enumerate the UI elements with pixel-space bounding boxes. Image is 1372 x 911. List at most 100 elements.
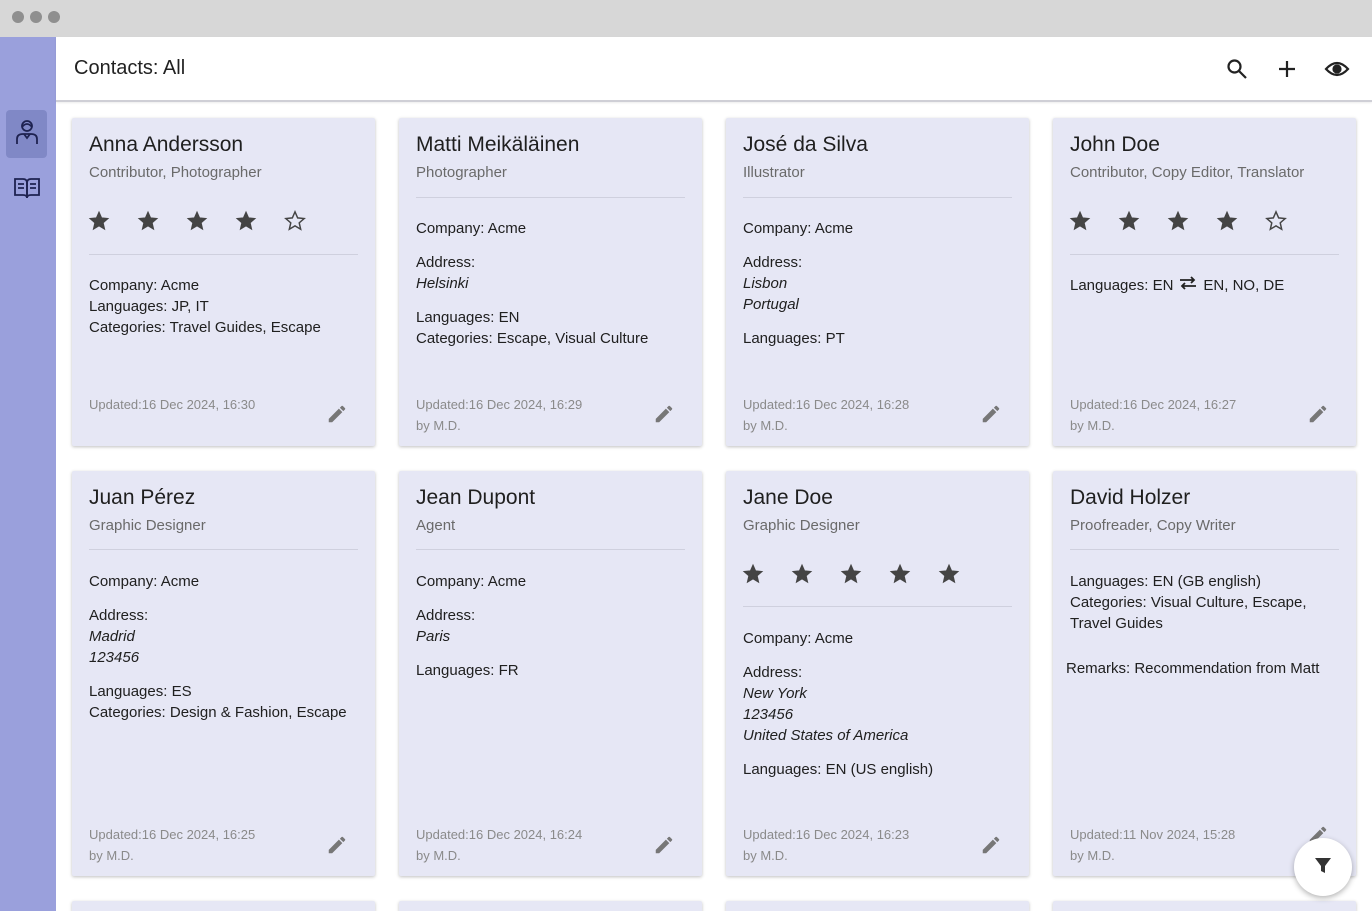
window-zoom-dot[interactable] [48, 11, 60, 23]
eye-icon[interactable] [1323, 55, 1351, 83]
star-filled-icon[interactable] [838, 561, 864, 587]
contact-roles: Graphic Designer [89, 517, 206, 534]
contact-name[interactable]: Matti Meikäläinen [416, 133, 579, 157]
address-line: Paris [416, 628, 451, 645]
search-icon[interactable] [1223, 55, 1251, 83]
contact-remarks: Remarks: Recommendation from Matt [1066, 658, 1344, 679]
rating-stars[interactable] [86, 208, 308, 234]
remarks-line: Remarks: Recommendation from Matt [1066, 660, 1320, 677]
edit-icon[interactable] [325, 402, 349, 426]
updated-text: Updated:16 Dec 2024, 16:23 [743, 827, 910, 842]
edit-icon[interactable] [979, 833, 1003, 857]
star-filled-icon[interactable] [184, 208, 210, 234]
contact-card-partial[interactable] [1053, 901, 1356, 911]
updated-text: Updated:16 Dec 2024, 16:25 [89, 827, 256, 842]
updated-info: Updated:16 Dec 2024, 16:24 by M.D. [416, 824, 582, 866]
address-line: Lisbon [743, 275, 788, 292]
window-titlebar [0, 0, 1372, 37]
contact-card[interactable]: Matti Meikäläinen Photographer Company: … [399, 118, 702, 446]
contact-roles: Contributor, Photographer [89, 164, 262, 181]
contact-card[interactable]: David Holzer Proofreader, Copy Writer La… [1053, 471, 1356, 876]
star-filled-icon[interactable] [1116, 208, 1142, 234]
languages-line: Languages: EN (GB english) [1070, 573, 1261, 590]
contact-roles: Proofreader, Copy Writer [1070, 517, 1236, 534]
updated-text: Updated:16 Dec 2024, 16:27 [1070, 397, 1237, 412]
star-filled-icon[interactable] [936, 561, 962, 587]
contact-details: Company: Acme Address: Helsinki Language… [416, 218, 690, 349]
categories-line: Categories: Design & Fashion, Escape [89, 704, 347, 721]
updated-text: Updated:16 Dec 2024, 16:29 [416, 397, 583, 412]
contact-details: Company: Acme Address: Paris Languages: … [416, 571, 690, 681]
contact-name[interactable]: David Holzer [1070, 486, 1190, 510]
edit-icon[interactable] [325, 833, 349, 857]
card-divider [1070, 254, 1339, 255]
star-filled-icon[interactable] [233, 208, 259, 234]
star-filled-icon[interactable] [1165, 208, 1191, 234]
rating-stars[interactable] [1067, 208, 1289, 234]
contact-card[interactable]: José da Silva Illustrator Company: Acme … [726, 118, 1029, 446]
contact-card[interactable]: John Doe Contributor, Copy Editor, Trans… [1053, 118, 1356, 446]
card-divider [89, 549, 358, 550]
updated-info: Updated:11 Nov 2024, 15:28 by M.D. [1070, 824, 1235, 866]
contact-name[interactable]: Anna Andersson [89, 133, 243, 157]
star-filled-icon[interactable] [887, 561, 913, 587]
app-toolbar: Contacts: All [56, 37, 1372, 102]
languages-line: Languages: PT [743, 330, 845, 347]
contact-card[interactable]: Anna Andersson Contributor, Photographer… [72, 118, 375, 446]
languages-line: Languages: EN (US english) [743, 761, 934, 778]
star-filled-icon[interactable] [135, 208, 161, 234]
card-divider [89, 254, 358, 255]
company-line: Company: Acme [416, 573, 527, 590]
languages-line: Languages: ES [89, 683, 192, 700]
contact-name[interactable]: John Doe [1070, 133, 1160, 157]
contact-roles: Illustrator [743, 164, 805, 181]
rating-stars[interactable] [740, 561, 962, 587]
edit-icon[interactable] [652, 402, 676, 426]
languages-line: Languages: JP, IT [89, 298, 209, 315]
contact-details: Languages: EN EN, NO, DE [1070, 275, 1344, 296]
address-line: New York [743, 685, 807, 702]
contact-name[interactable]: Juan Pérez [89, 486, 195, 510]
updated-text: Updated:16 Dec 2024, 16:24 [416, 827, 583, 842]
contact-name[interactable]: Jane Doe [743, 486, 833, 510]
plus-icon[interactable] [1273, 55, 1301, 83]
contact-card[interactable]: Jane Doe Graphic Designer Company: Acme … [726, 471, 1029, 876]
star-filled-icon[interactable] [1067, 208, 1093, 234]
address-label: Address: [89, 607, 149, 624]
contact-name[interactable]: Jean Dupont [416, 486, 535, 510]
contact-name[interactable]: José da Silva [743, 133, 868, 157]
window-minimize-dot[interactable] [30, 11, 42, 23]
contact-roles: Contributor, Copy Editor, Translator [1070, 164, 1305, 181]
contact-card-partial[interactable] [726, 901, 1029, 911]
edit-icon[interactable] [652, 833, 676, 857]
contact-card[interactable]: Jean Dupont Agent Company: Acme Address:… [399, 471, 702, 876]
contact-card[interactable]: Juan Pérez Graphic Designer Company: Acm… [72, 471, 375, 876]
updated-by: by M.D. [743, 848, 788, 863]
sidebar-item-publications[interactable] [6, 165, 47, 213]
contact-roles: Photographer [416, 164, 507, 181]
edit-icon[interactable] [1306, 402, 1330, 426]
contact-details: Company: Acme Address: New York 123456 U… [743, 628, 1017, 780]
star-filled-icon[interactable] [740, 561, 766, 587]
window-close-dot[interactable] [12, 11, 24, 23]
company-line: Company: Acme [743, 220, 854, 237]
filter-button[interactable] [1294, 838, 1352, 896]
star-filled-icon[interactable] [1214, 208, 1240, 234]
address-line: 123456 [743, 706, 794, 723]
updated-info: Updated:16 Dec 2024, 16:25 by M.D. [89, 824, 255, 866]
updated-by: by M.D. [416, 418, 461, 433]
updated-by: by M.D. [743, 418, 788, 433]
edit-icon[interactable] [979, 402, 1003, 426]
page-title: Contacts: All [74, 57, 186, 79]
contact-details: Company: Acme Address: Lisbon Portugal L… [743, 218, 1017, 349]
star-outline-icon[interactable] [282, 208, 308, 234]
star-filled-icon[interactable] [86, 208, 112, 234]
star-filled-icon[interactable] [789, 561, 815, 587]
sidebar-item-contacts[interactable] [6, 110, 47, 158]
star-outline-icon[interactable] [1263, 208, 1289, 234]
contact-details: Company: Acme Address: Madrid 123456 Lan… [89, 571, 363, 723]
address-line: 123456 [89, 649, 140, 666]
contact-roles: Agent [416, 517, 456, 534]
contact-card-partial[interactable] [399, 901, 702, 911]
contact-card-partial[interactable] [72, 901, 375, 911]
